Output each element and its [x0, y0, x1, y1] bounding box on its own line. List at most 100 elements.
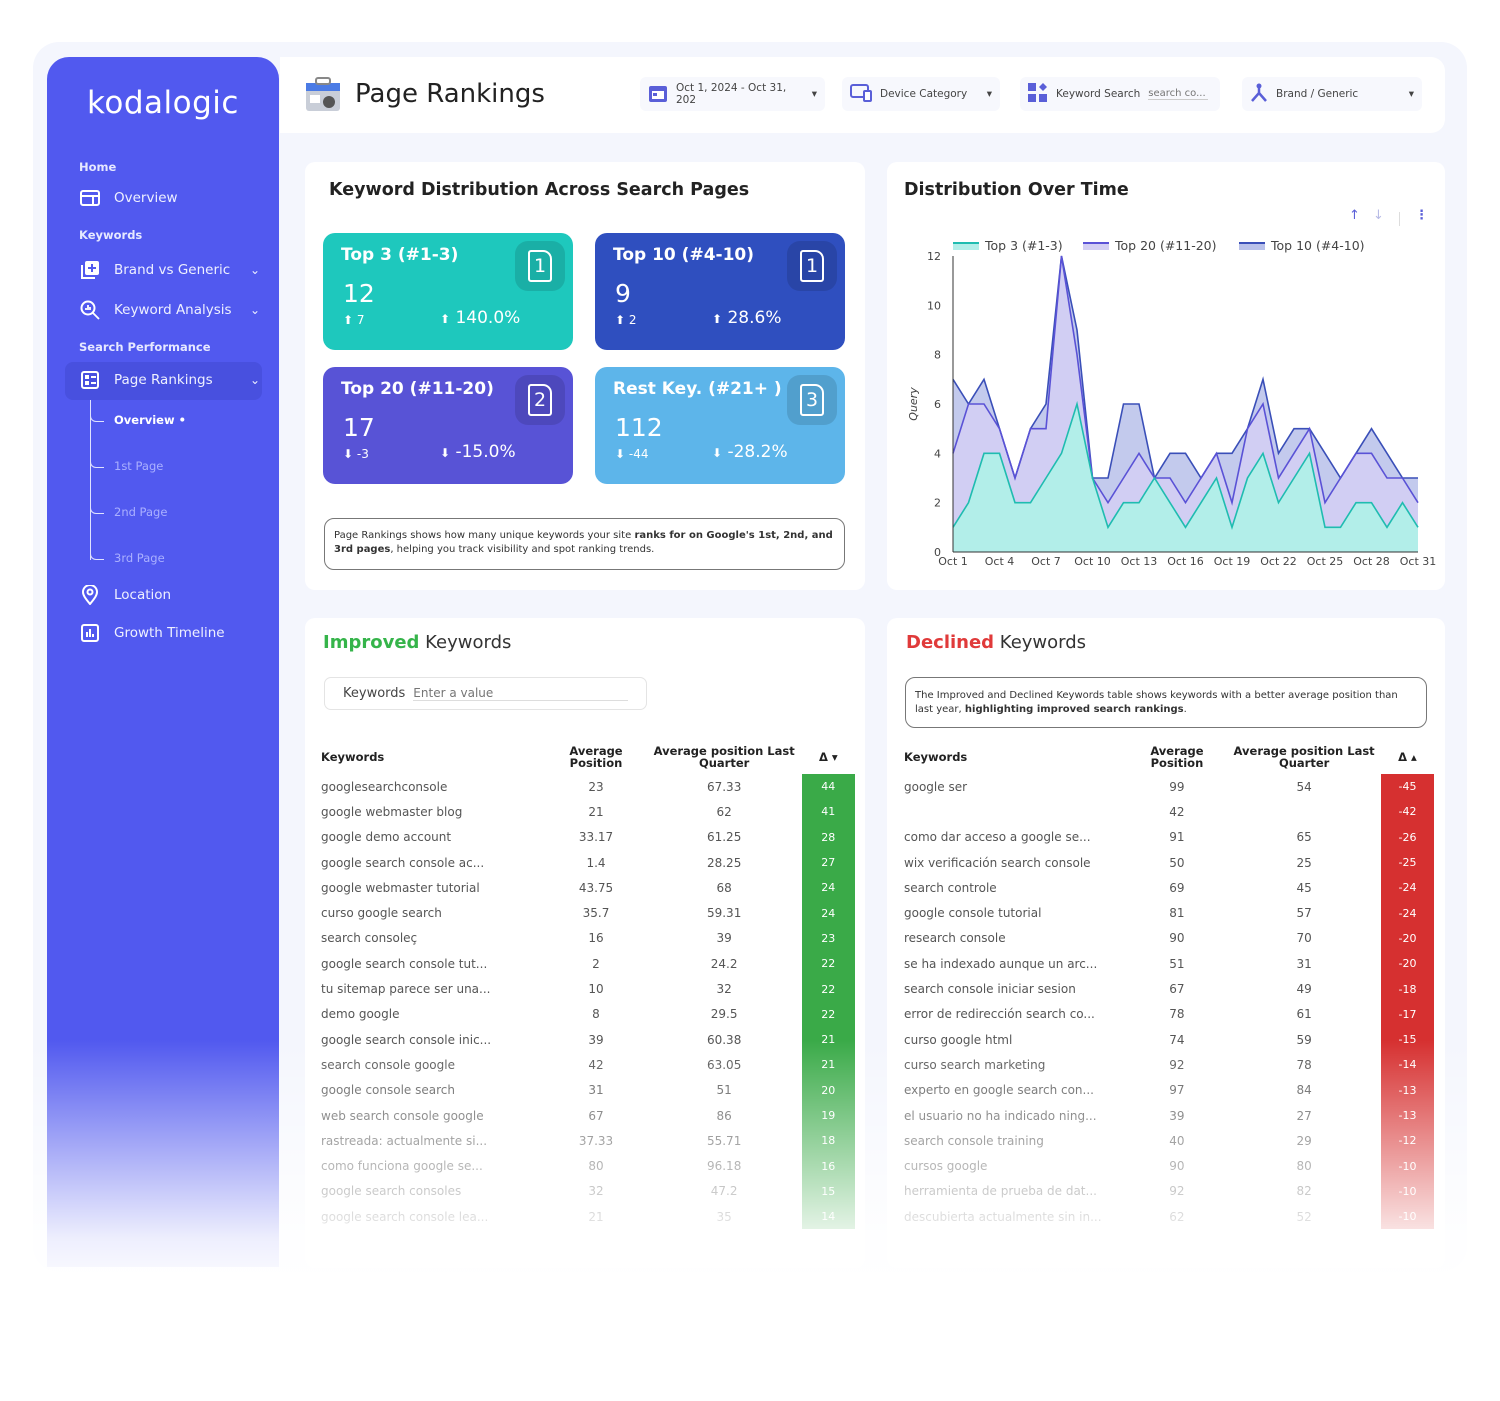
- column-header[interactable]: Δ ▴: [1381, 740, 1434, 774]
- column-header[interactable]: Average Position: [1127, 740, 1228, 774]
- column-header[interactable]: Average position Last Quarter: [647, 740, 802, 774]
- dropdown-arrow-icon: ▾: [986, 88, 992, 100]
- keyword-cell: google search console ac...: [321, 855, 485, 870]
- brand-generic-filter[interactable]: Brand / Generic ▾: [1242, 77, 1422, 111]
- delta-cell: 21: [801, 1026, 855, 1053]
- table-row[interactable]: herramienta de prueba de dat... 92 82 -10: [904, 1178, 1434, 1205]
- table-row[interactable]: google search console ac... 1.4 28.25 27: [321, 849, 855, 876]
- table-row[interactable]: google search console tut... 2 24.2 22: [321, 951, 855, 977]
- tree-branch: [90, 458, 104, 468]
- header: Page Rankings Oct 1, 2024 - Oct 31, 202 ▾…: [280, 57, 1445, 133]
- subitem-1st-page[interactable]: 1st Page: [114, 459, 163, 473]
- table-row[interactable]: google webmaster blog 21 62 41: [321, 799, 855, 825]
- sidebar-item-label: Brand vs Generic: [114, 262, 231, 278]
- stat-value: 17: [343, 413, 375, 442]
- table-row[interactable]: error de redirección search co... 78 61 -17: [904, 1001, 1434, 1027]
- arrow-up-icon: ⬆: [343, 313, 354, 327]
- sidebar-item-page-rankings[interactable]: Page Rankings ⌄: [80, 371, 260, 389]
- table-row[interactable]: wix verificación search console 50 25 -25: [904, 849, 1434, 876]
- device-category-value: Device Category: [880, 88, 968, 100]
- table-row[interactable]: google webmaster tutorial 43.75 68 24: [321, 875, 855, 901]
- last-quarter-cell: 57: [1296, 906, 1312, 921]
- chevron-down-icon[interactable]: ⌄: [250, 373, 260, 387]
- x-tick-label: Oct 31: [1400, 555, 1437, 568]
- subitem-2nd-page[interactable]: 2nd Page: [114, 505, 167, 519]
- stat-card[interactable]: Rest Key. (#21+ ) 112 ⬇ -44 ⬇ -28.2% 3: [595, 367, 845, 484]
- table-row[interactable]: descubierta actualmente sin in... 62 52 -10: [904, 1204, 1434, 1230]
- sidebar-item-overview[interactable]: Overview: [80, 189, 260, 207]
- table-row[interactable]: rastreada: actualmente si... 37.33 55.71 18: [321, 1128, 855, 1154]
- device-category-filter[interactable]: Device Category ▾: [842, 77, 1000, 111]
- keyword-filter-input[interactable]: [413, 686, 628, 701]
- delta-cell: 15: [801, 1178, 855, 1205]
- date-range-picker[interactable]: Oct 1, 2024 - Oct 31, 202 ▾: [640, 77, 825, 111]
- table-row[interactable]: curso google search 35.7 59.31 24: [321, 900, 855, 926]
- column-header[interactable]: Average position Last Quarter: [1227, 740, 1381, 774]
- sidebar-item-location[interactable]: Location: [80, 585, 260, 605]
- sidebar-item-label: Location: [114, 587, 172, 603]
- delta-cell: -10: [1380, 1204, 1434, 1230]
- column-header[interactable]: Keywords: [321, 740, 545, 774]
- table-row[interactable]: google search consoles 32 47.2 15: [321, 1178, 855, 1205]
- stat-percent-value: -15.0%: [455, 442, 516, 462]
- keyword-search-input[interactable]: [1148, 88, 1209, 100]
- table-row[interactable]: experto en google search con... 97 84 -13: [904, 1077, 1434, 1103]
- table-row[interactable]: search console google 42 63.05 21: [321, 1052, 855, 1078]
- keyword-search-filter[interactable]: Keyword Search: [1020, 77, 1220, 111]
- delta-cell: -24: [1380, 875, 1434, 901]
- table-row[interactable]: google search console lea... 21 35 14: [321, 1204, 855, 1230]
- table-row[interactable]: search consoleç 16 39 23: [321, 925, 855, 952]
- subitem-overview[interactable]: Overview •: [114, 413, 186, 427]
- table-row[interactable]: como funciona google se... 80 96.18 16: [321, 1153, 855, 1179]
- stat-delta-value: -44: [628, 447, 649, 461]
- last-quarter-cell: 60.38: [706, 1032, 742, 1047]
- x-tick-label: Oct 1: [938, 555, 968, 568]
- table-row[interactable]: research console 90 70 -20: [904, 925, 1434, 952]
- table-row[interactable]: demo google 8 29.5 22: [321, 1001, 855, 1027]
- sidebar-item-brand-vs-generic[interactable]: Brand vs Generic ⌄: [80, 261, 260, 279]
- stat-card[interactable]: Top 20 (#11-20) 17 ⬇ -3 ⬇ -15.0% 2: [323, 367, 573, 484]
- table-row[interactable]: se ha indexado aunque un arc... 51 31 -20: [904, 951, 1434, 977]
- stat-card[interactable]: Top 3 (#1-3) 12 ⬆ 7 ⬆ 140.0% 1: [323, 233, 573, 350]
- table-row[interactable]: google search console inic... 39 60.38 21: [321, 1026, 855, 1053]
- x-tick-label: Oct 13: [1121, 555, 1158, 568]
- ranking-list-icon: [80, 371, 100, 389]
- table-row[interactable]: google console tutorial 81 57 -24: [904, 900, 1434, 926]
- table-row[interactable]: search controle 69 45 -24: [904, 875, 1434, 901]
- arrow-down-icon: ⬇: [712, 446, 723, 460]
- stat-percent: ⬇ -28.2%: [712, 442, 788, 462]
- table-row[interactable]: tu sitemap parece ser una... 10 32 22: [321, 976, 855, 1002]
- table-row[interactable]: web search console google 67 86 19: [321, 1102, 855, 1129]
- column-header[interactable]: Δ ▾: [802, 740, 855, 774]
- table-row[interactable]: googlesearchconsole 23 67.33 44: [321, 774, 855, 800]
- table-row[interactable]: search console training 40 29 -12: [904, 1128, 1434, 1154]
- chevron-down-icon[interactable]: ⌄: [250, 303, 260, 317]
- table-row[interactable]: search console iniciar sesion 67 49 -18: [904, 976, 1434, 1002]
- keyword-cell: experto en google search con...: [904, 1083, 1094, 1098]
- avg-position-cell: 69: [1169, 880, 1185, 895]
- table-row[interactable]: cursos google 90 80 -10: [904, 1153, 1434, 1179]
- x-tick-label: Oct 19: [1214, 555, 1251, 568]
- avg-position-cell: 42: [1169, 804, 1185, 819]
- table-row[interactable]: google demo account 33.17 61.25 28: [321, 824, 855, 850]
- sidebar-item-keyword-analysis[interactable]: Keyword Analysis ⌄: [80, 300, 260, 320]
- column-header[interactable]: Average Position: [545, 740, 646, 774]
- table-row[interactable]: 42 -42: [904, 799, 1434, 825]
- chevron-down-icon[interactable]: ⌄: [250, 263, 260, 277]
- last-quarter-cell: 82: [1296, 1184, 1312, 1199]
- stat-card[interactable]: Top 10 (#4-10) 9 ⬆ 2 ⬆ 28.6% 1: [595, 233, 845, 350]
- date-range-value: Oct 1, 2024 - Oct 31, 202: [676, 82, 787, 106]
- table-row[interactable]: como dar acceso a google se... 91 65 -26: [904, 824, 1434, 850]
- sidebar-item-growth-timeline[interactable]: Growth Timeline: [80, 624, 260, 642]
- keyword-filter[interactable]: Keywords: [324, 677, 647, 710]
- avg-position-cell: 91: [1169, 830, 1185, 845]
- table-row[interactable]: curso search marketing 92 78 -14: [904, 1052, 1434, 1078]
- keyword-cell: google search console tut...: [321, 956, 488, 971]
- last-quarter-cell: 45: [1296, 880, 1312, 895]
- table-row[interactable]: el usuario no ha indicado ning... 39 27 -13: [904, 1102, 1434, 1129]
- subitem-3rd-page[interactable]: 3rd Page: [114, 551, 165, 565]
- table-row[interactable]: google console search 31 51 20: [321, 1077, 855, 1103]
- column-header[interactable]: Keywords: [904, 740, 1127, 774]
- table-row[interactable]: google ser 99 54 -45: [904, 774, 1434, 800]
- table-row[interactable]: curso google html 74 59 -15: [904, 1026, 1434, 1053]
